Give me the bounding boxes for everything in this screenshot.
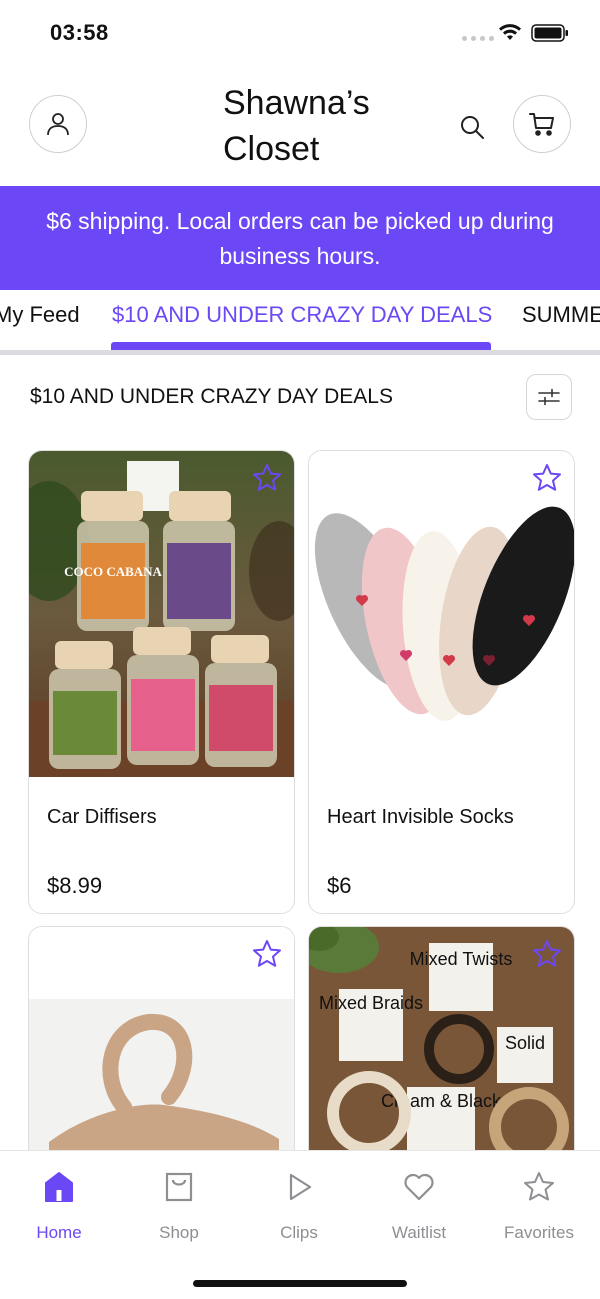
star-icon (533, 940, 561, 967)
star-icon (253, 464, 281, 491)
status-time: 03:58 (50, 20, 109, 45)
battery-icon (531, 24, 568, 42)
nav-home[interactable]: Home (4, 1169, 114, 1243)
product-price: $6 (327, 873, 352, 898)
nav-favorites[interactable]: Favorites (484, 1169, 594, 1243)
home-indicator (193, 1280, 407, 1287)
product-name: Car Diffisers (47, 806, 157, 828)
user-icon (47, 113, 69, 136)
nav-label: Shop (159, 1223, 199, 1242)
nav-label: Clips (280, 1223, 318, 1242)
search-icon (461, 116, 484, 139)
shipping-banner: $6 shipping. Local orders can be picked … (0, 186, 600, 290)
product-card[interactable]: COCO CABANA Car Diffisers $8.99 (28, 450, 295, 914)
product-card[interactable]: Heart Invisible Socks $6 (308, 450, 575, 914)
nav-clips[interactable]: Clips (244, 1169, 354, 1243)
nav-shop[interactable]: Shop (124, 1169, 234, 1243)
tag-solid: Solid (505, 1033, 545, 1053)
profile-button[interactable] (29, 95, 87, 153)
product-image (309, 451, 574, 785)
sliders-icon (538, 388, 560, 406)
tag-mixed-twists: Mixed Twists (410, 949, 513, 969)
tab-my-feed[interactable]: My Feed (0, 302, 80, 328)
nav-label: Home (36, 1223, 82, 1242)
tab-summer[interactable]: SUMMER (522, 302, 600, 328)
search-button[interactable] (455, 110, 489, 144)
star-icon (524, 1172, 554, 1201)
wifi-icon (499, 24, 521, 40)
favorite-button[interactable] (250, 461, 284, 495)
bottom-nav: Home Shop Clips Waitlist Favorites (0, 1150, 600, 1299)
section-title: $10 AND UNDER CRAZY DAY DEALS (30, 385, 393, 408)
nav-label: Waitlist (391, 1223, 447, 1242)
store-title: Shawna’s Closet (223, 84, 370, 168)
product-name: Heart Invisible Socks (327, 806, 514, 828)
favorite-button[interactable] (250, 937, 284, 971)
label-coco: COCO CABANA (64, 564, 162, 579)
favorite-button[interactable] (530, 461, 564, 495)
product-image: COCO CABANA (29, 451, 294, 777)
signal-dots-icon (462, 36, 494, 41)
product-price: $8.99 (47, 873, 103, 898)
cart-button[interactable] (513, 95, 571, 153)
tabs-divider (0, 350, 600, 355)
header: Shawna’s Closet (0, 66, 600, 186)
shopping-bag-icon (165, 1172, 193, 1202)
cart-icon (529, 113, 554, 136)
product-card[interactable]: Mixed Twists Mixed Braids Solid Cream & … (308, 926, 575, 1166)
product-card[interactable] (28, 926, 295, 1166)
nav-waitlist[interactable]: Waitlist (364, 1169, 474, 1243)
filter-button[interactable] (526, 374, 572, 420)
category-tabs: My Feed $10 AND UNDER CRAZY DAY DEALS SU… (0, 290, 600, 356)
star-icon (253, 940, 281, 967)
tab-10-and-under[interactable]: $10 AND UNDER CRAZY DAY DEALS (112, 302, 492, 328)
play-icon (289, 1173, 312, 1201)
tag-mixed-braids: Mixed Braids (319, 993, 423, 1013)
active-tab-indicator (111, 342, 491, 350)
nav-label: Favorites (504, 1223, 574, 1242)
home-icon (45, 1172, 73, 1202)
star-icon (533, 464, 561, 491)
status-bar: 03:58 (0, 0, 600, 66)
favorite-button[interactable] (530, 937, 564, 971)
heart-icon (404, 1173, 434, 1201)
